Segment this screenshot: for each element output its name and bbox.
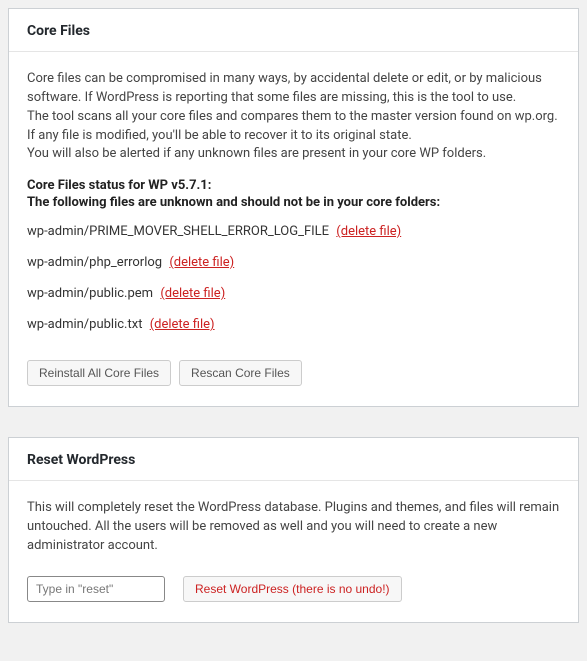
core-files-panel: Core Files Core files can be compromised…: [8, 8, 579, 407]
reset-wordpress-row: Reset WordPress (there is no undo!): [27, 576, 560, 602]
core-files-title: Core Files: [27, 23, 560, 39]
intro-line-1: Core files can be compromised in many wa…: [27, 71, 542, 105]
core-files-status-subheading: The following files are unknown and shou…: [27, 195, 560, 210]
delete-file-link[interactable]: (delete file): [160, 286, 225, 301]
rescan-core-files-button[interactable]: Rescan Core Files: [179, 360, 302, 386]
reset-wordpress-title: Reset WordPress: [27, 452, 560, 468]
core-files-status-heading: Core Files status for WP v5.7.1:: [27, 178, 560, 193]
delete-file-link[interactable]: (delete file): [336, 224, 401, 239]
file-name: wp-admin/PRIME_MOVER_SHELL_ERROR_LOG_FIL…: [27, 224, 329, 239]
unknown-files-list: wp-admin/PRIME_MOVER_SHELL_ERROR_LOG_FIL…: [27, 218, 560, 342]
file-name: wp-admin/php_errorlog: [27, 255, 162, 270]
core-files-button-row: Reinstall All Core Files Rescan Core Fil…: [27, 360, 560, 386]
file-name: wp-admin/public.pem: [27, 286, 153, 301]
reset-confirm-input[interactable]: [27, 576, 165, 602]
reset-wordpress-button[interactable]: Reset WordPress (there is no undo!): [183, 576, 402, 602]
reset-wordpress-body: This will completely reset the WordPress…: [9, 481, 578, 622]
delete-file-link[interactable]: (delete file): [169, 255, 234, 270]
list-item: wp-admin/public.txt (delete file): [27, 311, 560, 342]
core-files-body: Core files can be compromised in many wa…: [9, 52, 578, 406]
reset-wordpress-description: This will completely reset the WordPress…: [27, 499, 560, 556]
intro-line-3: You will also be alerted if any unknown …: [27, 146, 486, 161]
delete-file-link[interactable]: (delete file): [150, 317, 215, 332]
intro-line-2: The tool scans all your core files and c…: [27, 109, 558, 143]
reset-wordpress-panel: Reset WordPress This will completely res…: [8, 437, 579, 623]
list-item: wp-admin/public.pem (delete file): [27, 280, 560, 311]
core-files-intro: Core files can be compromised in many wa…: [27, 70, 560, 164]
reset-wordpress-header: Reset WordPress: [9, 438, 578, 481]
list-item: wp-admin/PRIME_MOVER_SHELL_ERROR_LOG_FIL…: [27, 218, 560, 249]
file-name: wp-admin/public.txt: [27, 317, 142, 332]
list-item: wp-admin/php_errorlog (delete file): [27, 249, 560, 280]
reinstall-core-files-button[interactable]: Reinstall All Core Files: [27, 360, 171, 386]
core-files-header: Core Files: [9, 9, 578, 52]
